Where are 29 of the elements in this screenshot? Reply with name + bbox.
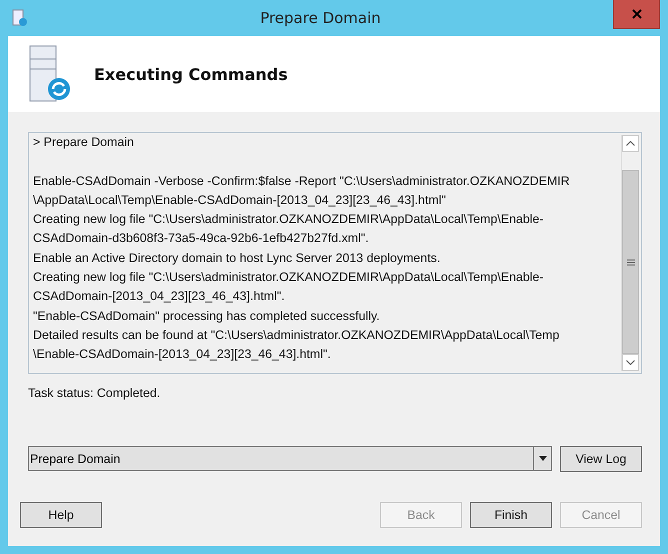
log-line: Enable an Active Directory domain to host Lync Server 2013 deployments. [33, 250, 442, 267]
close-button[interactable] [613, 0, 660, 28]
chevron-up-icon [626, 141, 635, 146]
dialog-button[interactable]: Finish [470, 502, 552, 528]
view-log-button[interactable]: View Log [560, 446, 642, 472]
dropdown-arrow-icon [538, 456, 546, 461]
page-heading: Executing Commands [94, 64, 288, 84]
window-title: Prepare Domain [259, 9, 382, 27]
task-status: Task status: Completed. [28, 386, 162, 400]
scroll-up-button[interactable] [622, 135, 639, 152]
close-icon [632, 8, 642, 18]
log-line: CSAdDomain-[2013_04_23][23_46_43].html". [33, 288, 286, 306]
app-icon [12, 9, 28, 27]
log-line: \Enable-CSAdDomain-[2013_04_23][23_46_43].html". [33, 346, 332, 364]
dialog-button[interactable]: Help [20, 502, 102, 528]
log-line: Creating new log file "C:\Users\administrator.OZKANOZDEMIR\AppData\Local\Temp\Enable- [33, 269, 545, 286]
server-icon [28, 45, 72, 103]
scroll-down-button[interactable] [622, 354, 639, 371]
grip-icon [626, 258, 634, 266]
task-dropdown[interactable]: Prepare Domain [28, 446, 552, 471]
scrollbar[interactable] [621, 135, 639, 371]
log-line: \AppData\Local\Temp\Enable-CSAdDomain-[2013_04_23][23_46_43].html" [33, 192, 447, 209]
log-line: "Enable-CSAdDomain" processing has completed successfully. [33, 308, 381, 325]
log-line: CSAdDomain-d3b608f3-73a5-49ca-92b6-1efb427b27fd.xml". [33, 230, 370, 248]
log-line: > Prepare Domain [33, 134, 135, 151]
log-line: Enable-CSAdDomain -Verbose -Confirm:$false -Report "C:\Users\administrator.OZKANOZDEMIR [33, 172, 571, 190]
log-line: Creating new log file "C:\Users\administrator.OZKANOZDEMIR\AppData\Local\Temp\Enable- [33, 211, 545, 228]
chevron-down-icon [626, 360, 635, 365]
log-line: Detailed results can be found at "C:\Users\administrator.OZKANOZDEMIR\AppData\Local\Temp [33, 326, 560, 344]
